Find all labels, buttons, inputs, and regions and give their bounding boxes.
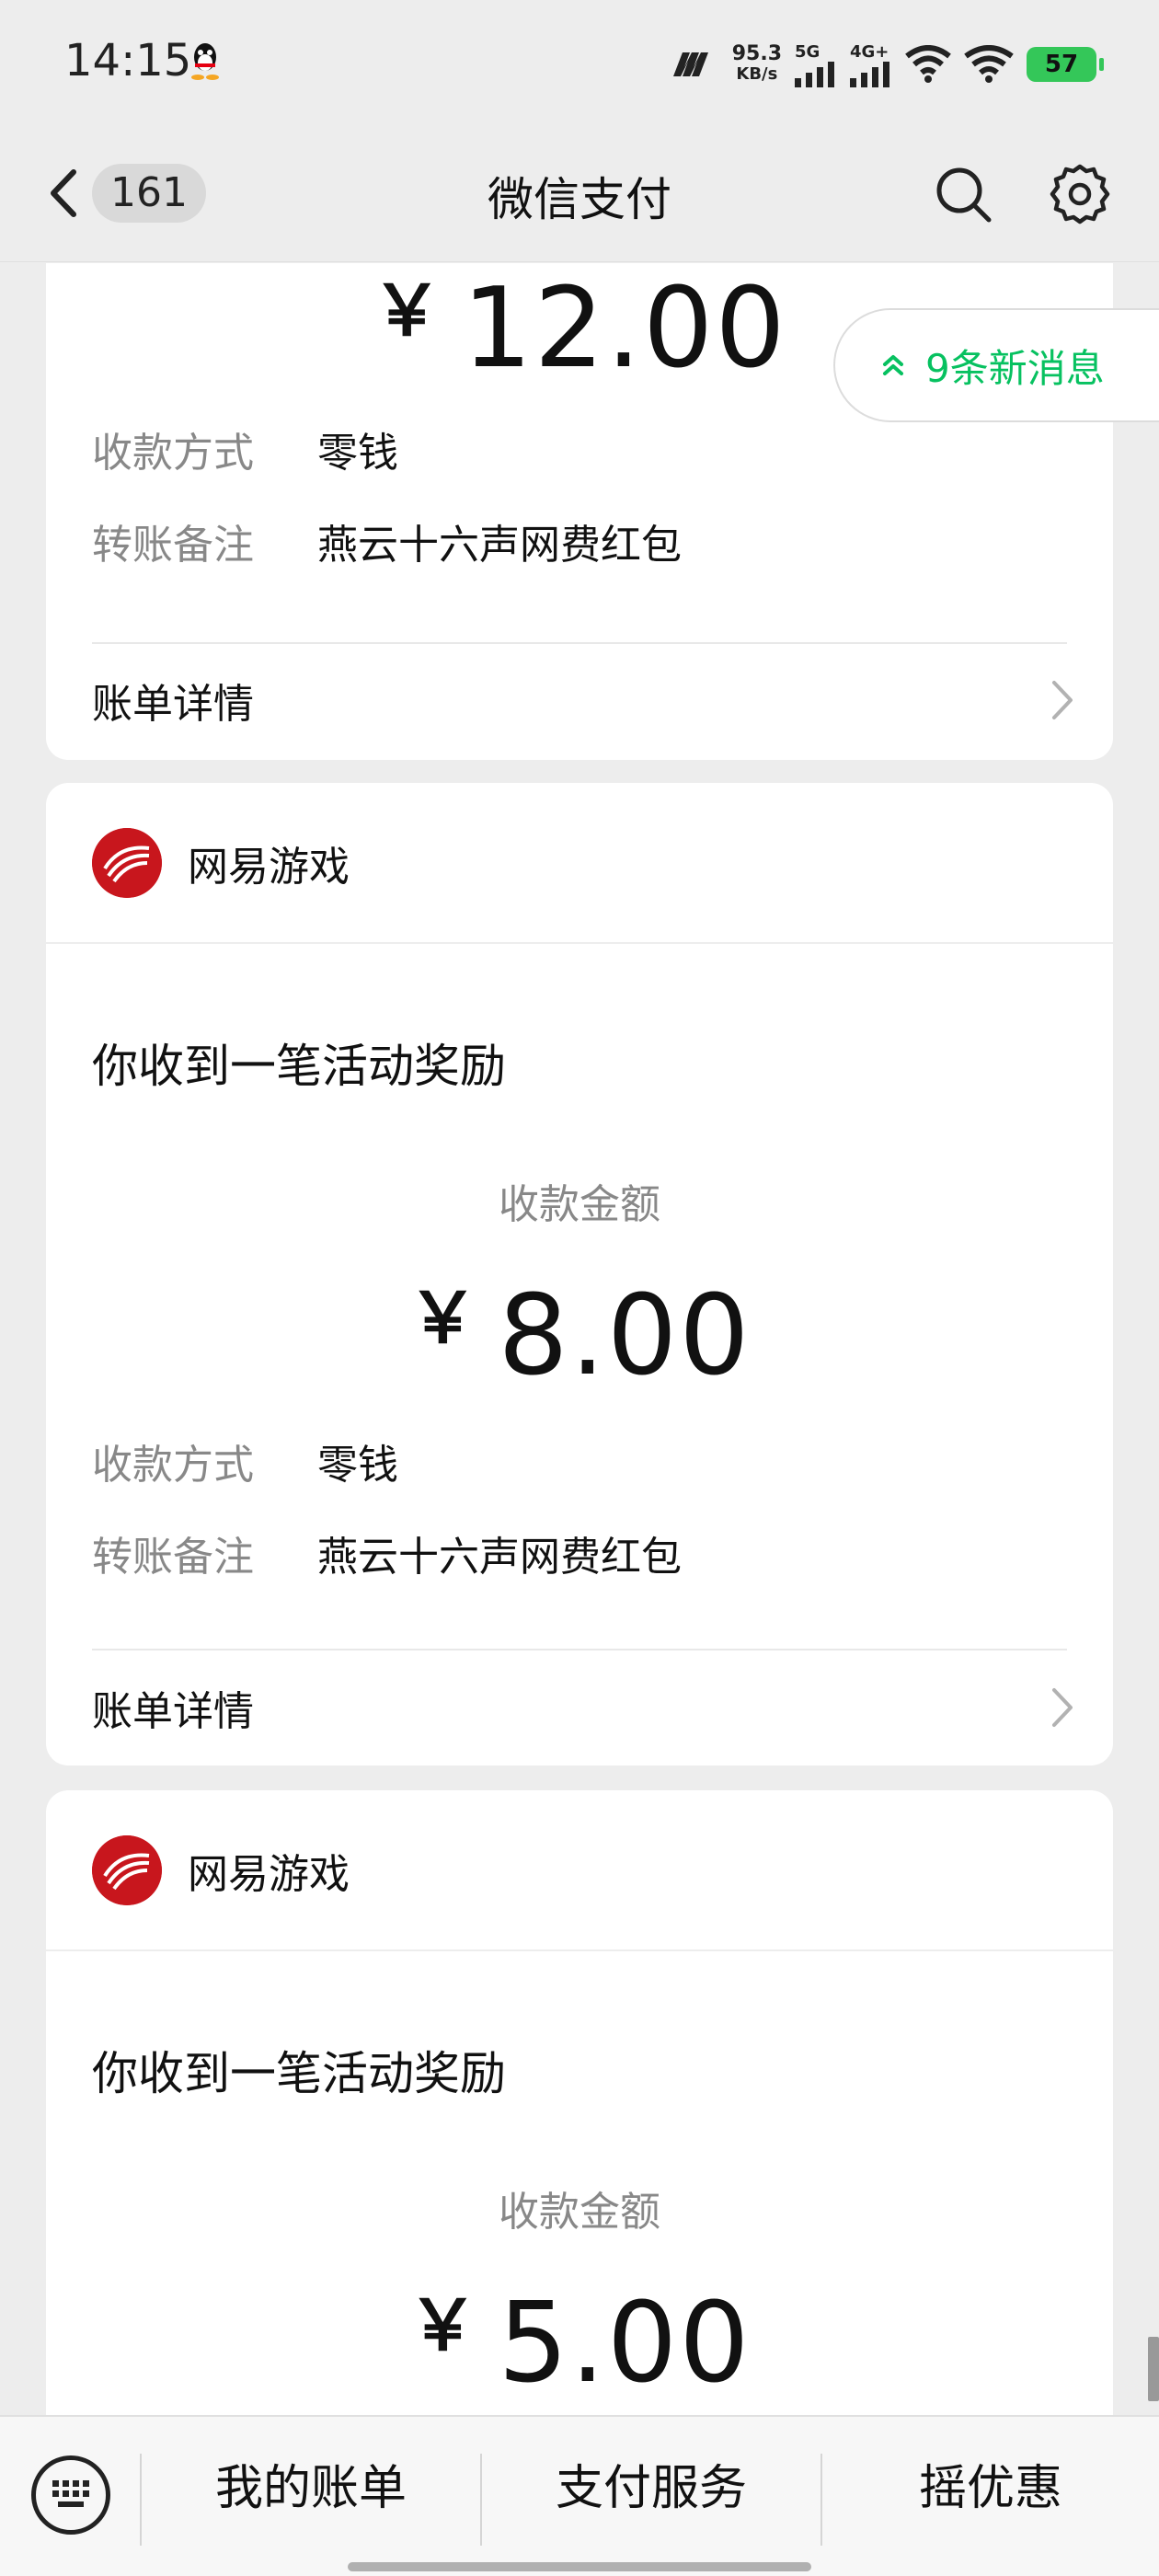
amount: ￥ 5.00 — [46, 2269, 1113, 2408]
payment-method-row: 收款方式 零钱 — [92, 420, 398, 478]
status-time: 14:15 — [64, 35, 192, 86]
bill-details-link[interactable]: 账单详情 — [92, 668, 1076, 732]
search-icon[interactable] — [934, 165, 993, 224]
payment-method-key: 收款方式 — [92, 1442, 254, 1489]
currency-symbol: ￥ — [407, 1277, 480, 1359]
remark-row: 转账备注 燕云十六声网费红包 — [92, 512, 682, 570]
home-indicator[interactable] — [348, 2562, 811, 2571]
signal-icon — [795, 61, 834, 87]
signal-icon — [850, 61, 889, 87]
payment-method-value: 零钱 — [317, 1442, 398, 1489]
divider — [92, 1649, 1067, 1650]
signal-4g: 4G+ — [850, 42, 892, 87]
tab-my-bills[interactable]: 我的账单 — [142, 2417, 480, 2576]
remark-key: 转账备注 — [92, 1534, 254, 1581]
payment-method-value: 零钱 — [317, 430, 398, 477]
battery-icon: 57 — [1027, 47, 1104, 82]
chevron-right-icon — [1052, 1688, 1073, 1727]
nav-bar: 161 微信支付 — [0, 124, 1159, 262]
amount-value: 5.00 — [498, 2280, 752, 2408]
payment-method-row: 收款方式 零钱 — [92, 1432, 398, 1490]
remark-value: 燕云十六声网费红包 — [317, 1534, 682, 1581]
amount-label: 收款金额 — [499, 1181, 660, 1228]
amount-label: 收款金额 — [499, 2189, 660, 2236]
remark-row: 转账备注 燕云十六声网费红包 — [92, 1524, 682, 1582]
net-speed: 95.3 KB/s — [732, 44, 782, 85]
currency-symbol: ￥ — [407, 2284, 480, 2366]
status-bar: 14:15 95.3 KB/s 5G 4G+ 57 — [0, 0, 1159, 124]
tab-payment-services[interactable]: 支付服务 — [482, 2417, 820, 2576]
payment-card: 网易游戏 你收到一笔活动奖励 收款金额 ￥ 8.00 收款方式 零钱 转账备注 燕… — [46, 783, 1113, 1765]
notice-text: 你收到一笔活动奖励 — [92, 1040, 506, 1093]
wifi-icon — [964, 45, 1014, 83]
qq-penguin-icon — [191, 43, 219, 80]
bill-details-label: 账单详情 — [92, 1688, 254, 1735]
new-messages-button[interactable]: 9条新消息 — [833, 308, 1159, 422]
remark-key: 转账备注 — [92, 522, 254, 569]
chevron-right-icon — [1052, 681, 1073, 719]
divider — [92, 642, 1067, 644]
status-icons: 95.3 KB/s 5G 4G+ 57 — [671, 37, 1104, 92]
net-speed-value: 95.3 — [731, 42, 782, 65]
signal-5g: 5G — [795, 42, 837, 87]
bill-details-label: 账单详情 — [92, 681, 254, 728]
currency-symbol: ￥ — [372, 270, 444, 351]
new-messages-label: 9条新消息 — [925, 345, 1105, 391]
notice-text: 你收到一笔活动奖励 — [92, 2047, 506, 2100]
remark-value: 燕云十六声网费红包 — [317, 522, 682, 569]
wechat-pay-chat-page: 14:15 95.3 KB/s 5G 4G+ 57 161 微信支付 ￥ 12.… — [0, 0, 1159, 2576]
signal-2-label: 4G+ — [850, 41, 889, 62]
keyboard-icon[interactable] — [31, 2455, 110, 2535]
netease-games-logo — [92, 1834, 162, 1905]
card-header: 网易游戏 — [46, 1790, 1113, 1951]
signal-1-label: 5G — [795, 41, 820, 62]
net-speed-unit: KB/s — [736, 64, 778, 84]
bottom-menu-bar: 我的账单 支付服务 摇优惠 — [0, 2415, 1159, 2576]
m-logo-icon — [672, 52, 708, 76]
tab-shake-offers[interactable]: 摇优惠 — [822, 2417, 1159, 2576]
amount-value: 12.00 — [462, 265, 787, 393]
bill-details-link[interactable]: 账单详情 — [92, 1675, 1076, 1740]
amount-value: 8.00 — [498, 1272, 752, 1400]
double-chevron-up-icon — [883, 355, 903, 375]
payment-method-key: 收款方式 — [92, 430, 254, 477]
scrollbar-thumb[interactable] — [1148, 2337, 1159, 2401]
merchant-name: 网易游戏 — [188, 1850, 350, 1898]
merchant-name: 网易游戏 — [188, 843, 350, 891]
netease-games-logo — [92, 827, 162, 898]
amount: ￥ 8.00 — [46, 1261, 1113, 1400]
gear-icon[interactable] — [1049, 163, 1111, 225]
card-header: 网易游戏 — [46, 783, 1113, 944]
wifi-icon — [905, 45, 951, 83]
